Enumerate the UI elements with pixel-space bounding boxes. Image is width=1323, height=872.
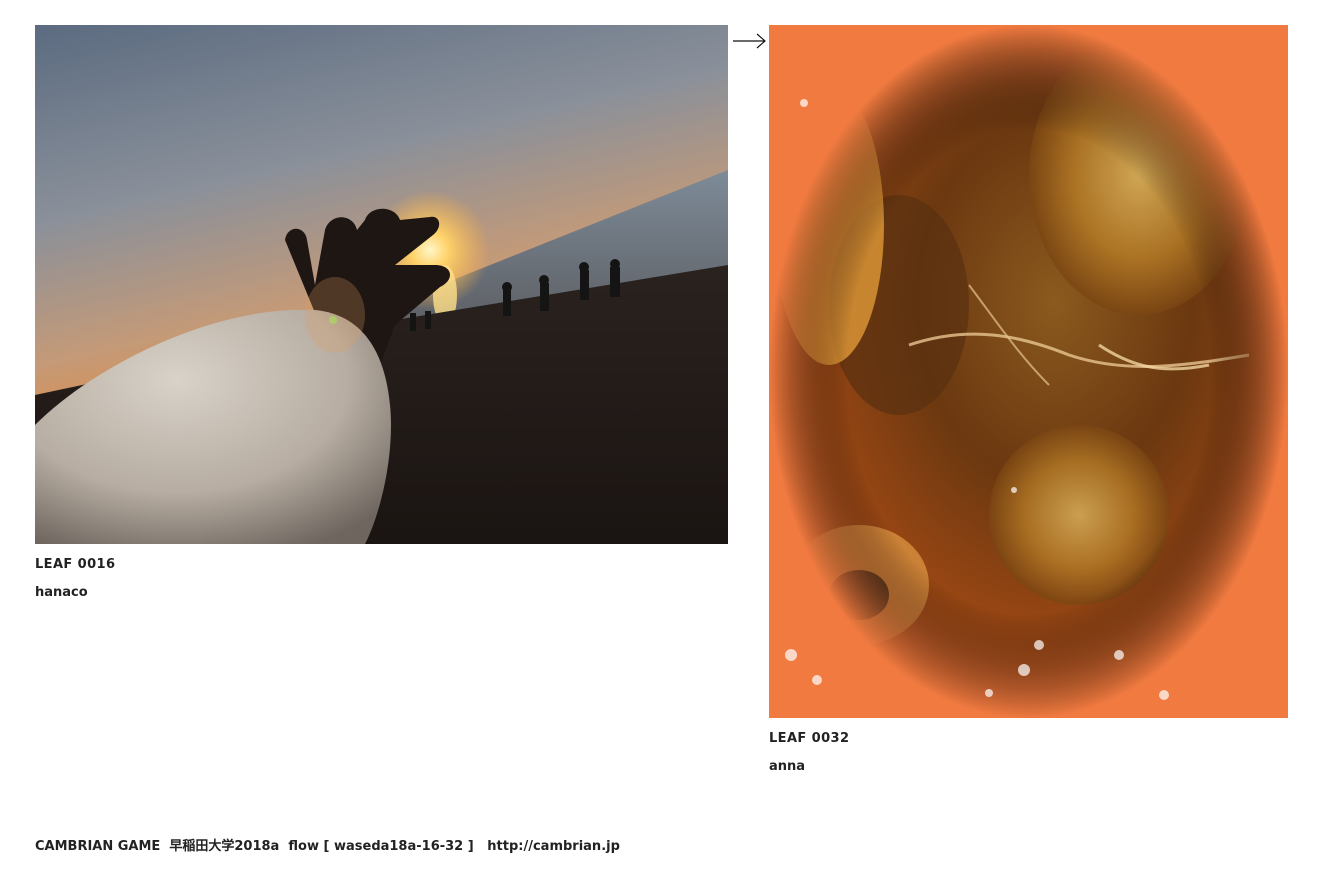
footer: CAMBRIAN GAME 早稲田大学2018a flow [ waseda18… (35, 839, 620, 855)
persimmon-closeup-photo (769, 25, 1288, 718)
sunset-beach-hand-photo (35, 25, 728, 544)
footer-flow[interactable]: flow [ waseda18a-16-32 ] (288, 839, 473, 854)
leaf-card-0016: LEAF 0016 hanaco (35, 25, 728, 601)
footer-game[interactable]: CAMBRIAN GAME (35, 839, 160, 854)
leaf-author[interactable]: hanaco (35, 585, 728, 601)
leaf-photo-persimmon[interactable] (769, 25, 1288, 718)
footer-session[interactable]: 早稲田大学2018a (169, 839, 279, 854)
right-arrow-icon[interactable] (733, 31, 767, 51)
leaf-id: LEAF 0032 (769, 731, 850, 746)
leaf-card-0032: LEAF 0032 anna (769, 25, 1288, 775)
footer-url-link[interactable]: http://cambrian.jp (487, 839, 620, 854)
leaf-id: LEAF 0016 (35, 557, 116, 572)
leaf-author[interactable]: anna (769, 759, 1288, 775)
leaf-photo-sunset[interactable] (35, 25, 728, 544)
